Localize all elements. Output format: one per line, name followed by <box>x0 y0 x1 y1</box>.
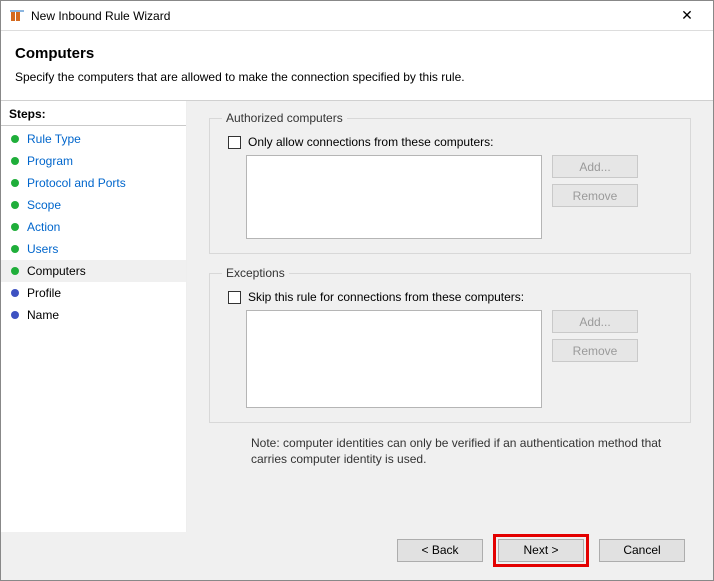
exceptions-listbox[interactable] <box>246 310 542 408</box>
close-icon: ✕ <box>681 7 693 24</box>
next-button[interactable]: Next > <box>498 539 584 562</box>
step-label: Action <box>27 220 60 234</box>
authorized-add-button: Add... <box>552 155 638 178</box>
authorized-listbox[interactable] <box>246 155 542 239</box>
authorized-computers-group: Authorized computers Only allow connecti… <box>209 111 691 254</box>
identity-note: Note: computer identities can only be ve… <box>251 435 681 467</box>
bullet-icon <box>11 311 19 319</box>
checkbox-icon[interactable] <box>228 136 241 149</box>
bullet-icon <box>11 179 19 187</box>
step-computers[interactable]: Computers <box>1 260 186 282</box>
step-label: Computers <box>27 264 86 278</box>
step-label: Profile <box>27 286 61 300</box>
step-label: Users <box>27 242 58 256</box>
bullet-icon <box>11 289 19 297</box>
titlebar: New Inbound Rule Wizard ✕ <box>1 1 713 31</box>
app-icon <box>9 8 25 24</box>
exceptions-remove-button: Remove <box>552 339 638 362</box>
exceptions-checkbox-label: Skip this rule for connections from thes… <box>248 290 524 304</box>
step-scope[interactable]: Scope <box>1 194 186 216</box>
exceptions-legend: Exceptions <box>222 266 289 280</box>
bullet-icon <box>11 157 19 165</box>
authorized-checkbox-row[interactable]: Only allow connections from these comput… <box>228 135 678 149</box>
close-button[interactable]: ✕ <box>667 2 707 30</box>
window-title: New Inbound Rule Wizard <box>31 9 667 23</box>
page-title: Computers <box>15 45 699 62</box>
checkbox-icon[interactable] <box>228 291 241 304</box>
content-panel: Authorized computers Only allow connecti… <box>187 101 713 532</box>
step-rule-type[interactable]: Rule Type <box>1 128 186 150</box>
back-button[interactable]: < Back <box>397 539 483 562</box>
step-protocol-and-ports[interactable]: Protocol and Ports <box>1 172 186 194</box>
authorized-checkbox-label: Only allow connections from these comput… <box>248 135 493 149</box>
step-program[interactable]: Program <box>1 150 186 172</box>
step-label: Rule Type <box>27 132 81 146</box>
exceptions-group: Exceptions Skip this rule for connection… <box>209 266 691 423</box>
next-button-highlight: Next > <box>493 534 589 567</box>
step-name: Name <box>1 304 186 326</box>
exceptions-button-column: Add... Remove <box>552 310 638 362</box>
authorized-remove-button: Remove <box>552 184 638 207</box>
steps-sidebar: Steps: Rule Type Program Protocol and Po… <box>1 101 187 532</box>
wizard-footer: < Back Next > Cancel <box>1 532 713 580</box>
authorized-legend: Authorized computers <box>222 111 347 125</box>
cancel-button[interactable]: Cancel <box>599 539 685 562</box>
step-action[interactable]: Action <box>1 216 186 238</box>
bullet-icon <box>11 201 19 209</box>
step-label: Name <box>27 308 59 322</box>
step-label: Scope <box>27 198 61 212</box>
bullet-icon <box>11 267 19 275</box>
step-profile: Profile <box>1 282 186 304</box>
authorized-button-column: Add... Remove <box>552 155 638 207</box>
bullet-icon <box>11 135 19 143</box>
step-label: Program <box>27 154 73 168</box>
exceptions-checkbox-row[interactable]: Skip this rule for connections from thes… <box>228 290 678 304</box>
step-label: Protocol and Ports <box>27 176 126 190</box>
body: Steps: Rule Type Program Protocol and Po… <box>1 100 713 532</box>
page-subtitle: Specify the computers that are allowed t… <box>15 70 699 84</box>
header: Computers Specify the computers that are… <box>1 31 713 100</box>
step-users[interactable]: Users <box>1 238 186 260</box>
bullet-icon <box>11 223 19 231</box>
steps-title: Steps: <box>1 101 186 126</box>
exceptions-add-button: Add... <box>552 310 638 333</box>
bullet-icon <box>11 245 19 253</box>
